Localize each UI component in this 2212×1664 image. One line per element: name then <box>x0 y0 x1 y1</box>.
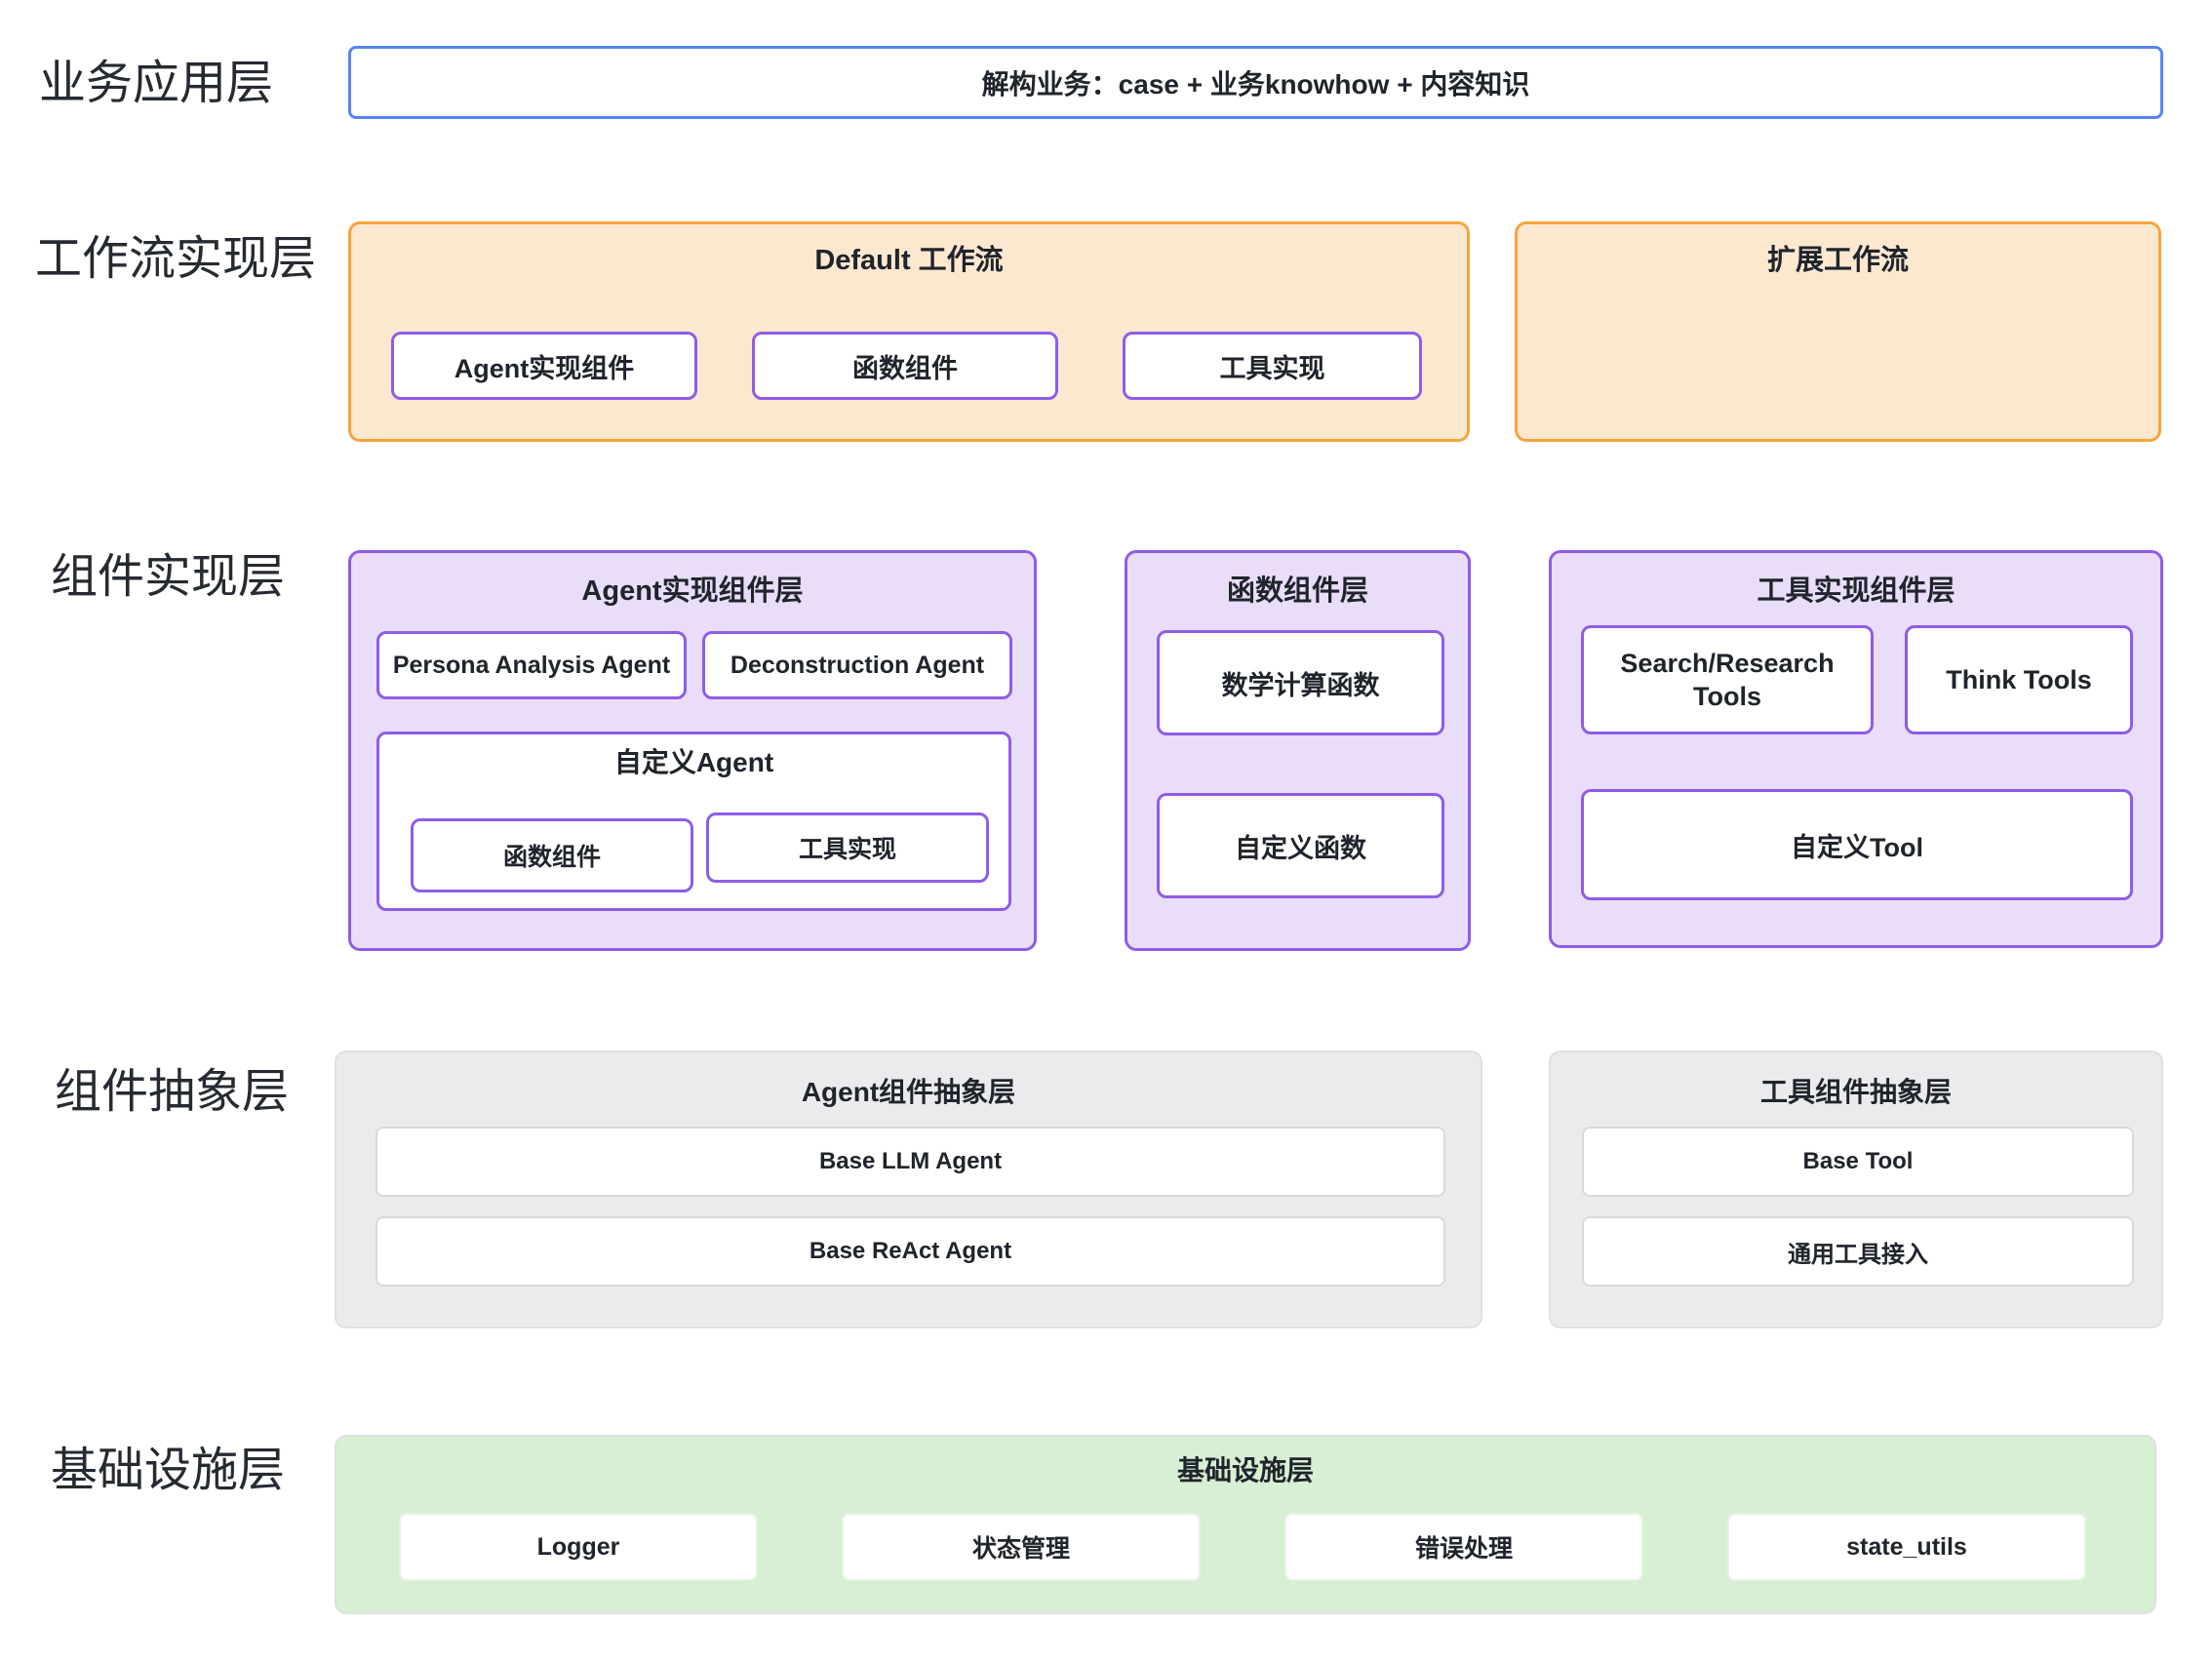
pill-base-llm-agent: Base LLM Agent <box>375 1127 1445 1197</box>
layer-label-business: 业务应用层 <box>39 57 273 111</box>
agent-impl-layer-title: Agent实现组件层 <box>351 574 1034 608</box>
pill-agent-impl-component: Agent实现组件 <box>391 332 697 400</box>
pill-tool-impl: 工具实现 <box>1123 332 1422 400</box>
tool-impl-layer-title: 工具实现组件层 <box>1552 574 2160 608</box>
default-workflow-box: Default 工作流 Agent实现组件 函数组件 工具实现 <box>348 221 1470 442</box>
pill-deconstruction-agent: Deconstruction Agent <box>702 631 1012 699</box>
agent-impl-layer-box: Agent实现组件层 Persona Analysis Agent Decons… <box>348 550 1037 951</box>
pill-think-tools: Think Tools <box>1905 625 2133 734</box>
pill-state-management: 状态管理 <box>842 1513 1201 1581</box>
pill-persona-analysis-agent: Persona Analysis Agent <box>376 631 687 699</box>
custom-agent-box: 自定义Agent 函数组件 工具实现 <box>376 732 1011 911</box>
pill-custom-agent-function-component: 函数组件 <box>411 818 693 892</box>
custom-agent-title: 自定义Agent <box>379 746 1008 779</box>
pill-base-react-agent: Base ReAct Agent <box>375 1216 1445 1287</box>
pill-generic-tool-access: 通用工具接入 <box>1582 1216 2134 1287</box>
pill-custom-function: 自定义函数 <box>1157 793 1444 898</box>
layer-label-workflow: 工作流实现层 <box>35 232 316 287</box>
pill-search-research-tools: Search/Research Tools <box>1581 625 1874 734</box>
architecture-diagram: 业务应用层 工作流实现层 组件实现层 组件抽象层 基础设施层 解构业务：case… <box>0 0 2212 1664</box>
infrastructure-box: 基础设施层 Logger 状态管理 错误处理 state_utils <box>335 1435 2156 1614</box>
business-box-text: 解构业务：case + 业务knowhow + 内容知识 <box>982 63 1530 102</box>
pill-logger: Logger <box>399 1513 758 1581</box>
pill-error-handling: 错误处理 <box>1284 1513 1643 1581</box>
pill-custom-agent-tool-impl: 工具实现 <box>706 812 989 883</box>
agent-abstraction-box: Agent组件抽象层 Base LLM Agent Base ReAct Age… <box>335 1050 1482 1328</box>
function-layer-title: 函数组件层 <box>1127 574 1468 608</box>
tool-abstraction-box: 工具组件抽象层 Base Tool 通用工具接入 <box>1549 1050 2163 1328</box>
tool-impl-layer-box: 工具实现组件层 Search/Research Tools Think Tool… <box>1549 550 2163 948</box>
layer-label-abstraction: 组件抽象层 <box>55 1065 289 1120</box>
layer-label-infrastructure: 基础设施层 <box>51 1444 285 1498</box>
agent-abstraction-title: Agent组件抽象层 <box>336 1076 1481 1109</box>
default-workflow-title: Default 工作流 <box>351 244 1467 277</box>
pill-math-function: 数学计算函数 <box>1157 630 1444 735</box>
tool-abstraction-title: 工具组件抽象层 <box>1551 1076 2161 1109</box>
layer-label-component-impl: 组件实现层 <box>51 550 285 605</box>
business-box: 解构业务：case + 业务knowhow + 内容知识 <box>348 46 2163 119</box>
infrastructure-title: 基础设施层 <box>336 1454 2154 1487</box>
pill-custom-tool: 自定义Tool <box>1581 789 2133 900</box>
extended-workflow-title: 扩展工作流 <box>1518 244 2158 277</box>
function-layer-box: 函数组件层 数学计算函数 自定义函数 <box>1125 550 1471 951</box>
pill-function-component: 函数组件 <box>752 332 1058 400</box>
pill-base-tool: Base Tool <box>1582 1127 2134 1197</box>
extended-workflow-box: 扩展工作流 <box>1515 221 2161 442</box>
pill-state-utils: state_utils <box>1727 1513 2086 1581</box>
